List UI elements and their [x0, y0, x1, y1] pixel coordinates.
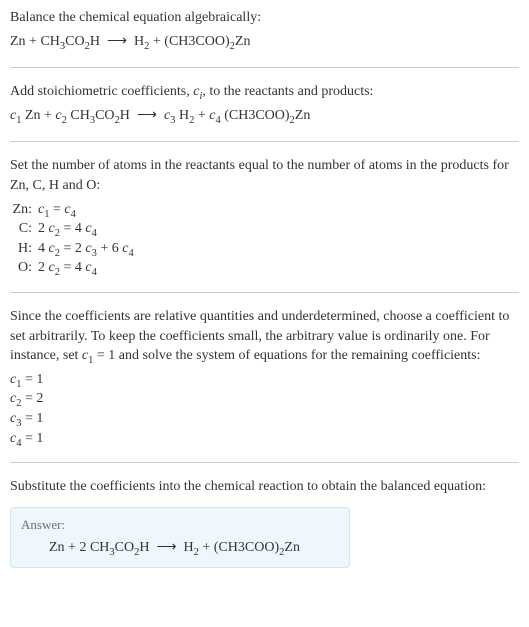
atom-row: O: 2 c2 = 4 c4 — [10, 258, 134, 278]
coeff-value: c4 = 1 — [10, 429, 519, 449]
atom-row: Zn: c1 = c4 — [10, 200, 134, 220]
coeff-value: c2 = 2 — [10, 389, 519, 409]
answer-box: Answer: Zn + 2 CH3CO2H ⟶ H2 + (CH3COO)2Z… — [10, 507, 350, 569]
coeff-value: c1 = 1 — [10, 370, 519, 390]
coeff-intro: Add stoichiometric coefficients, ci, to … — [10, 82, 519, 102]
coeff-list: c1 = 1 c2 = 2 c3 = 1 c4 = 1 — [10, 370, 519, 448]
answer-intro: Substitute the coefficients into the che… — [10, 477, 519, 497]
atom-element: Zn: — [10, 200, 38, 220]
coeff-equation: c1 Zn + c2 CH3CO2H ⟶ c3 H2 + c4 (CH3COO)… — [10, 106, 519, 126]
atom-element: H: — [10, 239, 38, 259]
section-solve: Since the coefficients are relative quan… — [10, 307, 519, 463]
atom-table: Zn: c1 = c4 C: 2 c2 = 4 c4 H: 4 c2 = 2 c… — [10, 200, 134, 278]
section-coefficients: Add stoichiometric coefficients, ci, to … — [10, 82, 519, 142]
atom-equation: 2 c2 = 4 c4 — [38, 219, 134, 239]
section-problem: Balance the chemical equation algebraica… — [10, 8, 519, 68]
solve-intro: Since the coefficients are relative quan… — [10, 307, 519, 366]
section-answer: Substitute the coefficients into the che… — [10, 477, 519, 568]
atom-row: C: 2 c2 = 4 c4 — [10, 219, 134, 239]
atom-intro: Set the number of atoms in the reactants… — [10, 156, 519, 195]
problem-equation: Zn + CH3CO2H ⟶ H2 + (CH3COO)2Zn — [10, 32, 519, 52]
atom-equation: 4 c2 = 2 c3 + 6 c4 — [38, 239, 134, 259]
atom-element: C: — [10, 219, 38, 239]
atom-element: O: — [10, 258, 38, 278]
answer-label: Answer: — [21, 516, 339, 534]
section-atom-balance: Set the number of atoms in the reactants… — [10, 156, 519, 293]
atom-equation: 2 c2 = 4 c4 — [38, 258, 134, 278]
atom-equation: c1 = c4 — [38, 200, 134, 220]
problem-intro: Balance the chemical equation algebraica… — [10, 8, 519, 28]
answer-equation: Zn + 2 CH3CO2H ⟶ H2 + (CH3COO)2Zn — [21, 538, 339, 558]
coeff-value: c3 = 1 — [10, 409, 519, 429]
atom-row: H: 4 c2 = 2 c3 + 6 c4 — [10, 239, 134, 259]
